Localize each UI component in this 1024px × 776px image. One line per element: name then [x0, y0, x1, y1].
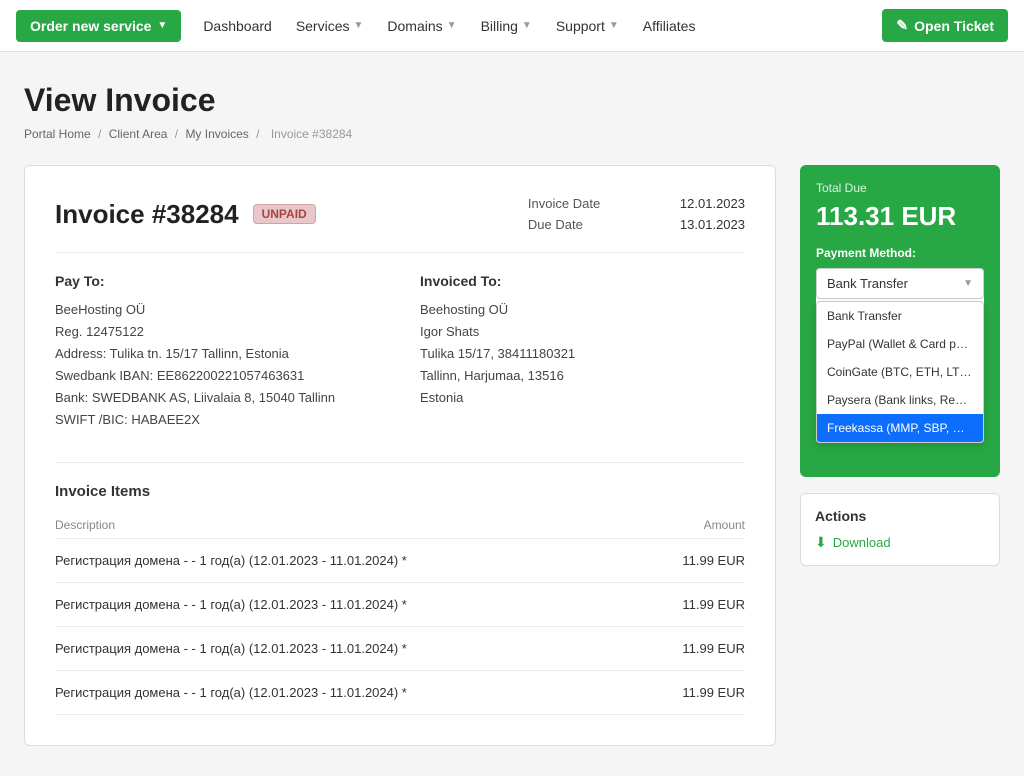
page-title: View Invoice: [24, 82, 1000, 119]
invoiced-to-title: Invoiced To:: [420, 273, 745, 289]
order-btn-label: Order new service: [30, 18, 151, 34]
nav-domains[interactable]: Domains ▼: [377, 10, 466, 42]
pay-to-address: Address: Tulika tn. 15/17 Tallinn, Eston…: [55, 343, 380, 365]
actions-title: Actions: [815, 508, 985, 524]
payment-dropdown-menu: Bank Transfer PayPal (Wallet & Card paym…: [816, 301, 984, 443]
pay-to-company: BeeHosting OÜ: [55, 299, 380, 321]
payment-method-label: Payment Method:: [816, 246, 984, 260]
row-amount: 11.99 EUR: [641, 670, 745, 714]
total-due-card: Total Due 113.31 EUR Payment Method: Ban…: [800, 165, 1000, 477]
payment-method-selector[interactable]: Bank Transfer ▼ Bank Transfer PayPal (Wa…: [816, 268, 984, 443]
nav-dashboard[interactable]: Dashboard: [193, 10, 282, 42]
invoiced-to-city: Tallinn, Harjumaa, 13516: [420, 365, 745, 387]
table-row: Регистрация домена - - 1 год(а) (12.01.2…: [55, 670, 745, 714]
payment-option-freekassa[interactable]: Freekassa (MMP, SBP, Qiwi, FKwallet, IOm…: [817, 414, 983, 442]
select-arrow-icon: ▼: [963, 278, 973, 289]
download-icon: ⬇: [815, 534, 827, 551]
row-description: Регистрация домена - - 1 год(а) (12.01.2…: [55, 670, 641, 714]
invoice-panel: Invoice #38284 UNPAID Invoice Date 12.01…: [24, 165, 776, 746]
download-link[interactable]: ⬇ Download: [815, 534, 985, 551]
order-btn-caret-icon: ▼: [157, 20, 167, 31]
domains-caret-icon: ▼: [447, 20, 457, 31]
nav-services-label: Services: [296, 18, 350, 34]
invoiced-to-block: Invoiced To: Beehosting OÜ Igor Shats Tu…: [420, 273, 745, 432]
download-label: Download: [833, 535, 891, 550]
col-description: Description: [55, 512, 641, 539]
invoiced-to-company: Beehosting OÜ: [420, 299, 745, 321]
support-caret-icon: ▼: [609, 20, 619, 31]
nav-billing-label: Billing: [481, 18, 518, 34]
invoice-layout: Invoice #38284 UNPAID Invoice Date 12.01…: [24, 165, 1000, 746]
invoice-dates: Invoice Date 12.01.2023 Due Date 13.01.2…: [528, 196, 745, 232]
breadcrumb-portal-home[interactable]: Portal Home: [24, 127, 91, 141]
address-section: Pay To: BeeHosting OÜ Reg. 12475122 Addr…: [55, 273, 745, 432]
due-date-value: 13.01.2023: [680, 217, 745, 232]
pay-to-iban: Swedbank IBAN: EE862200221057463631: [55, 365, 380, 387]
payment-option-paypal[interactable]: PayPal (Wallet & Card payments): [817, 330, 983, 358]
nav-dashboard-label: Dashboard: [203, 18, 272, 34]
breadcrumb: Portal Home / Client Area / My Invoices …: [24, 127, 1000, 141]
open-ticket-label: Open Ticket: [914, 18, 994, 34]
actions-section: Actions ⬇ Download: [800, 493, 1000, 566]
payment-select-display[interactable]: Bank Transfer ▼: [816, 268, 984, 299]
nav-support-label: Support: [556, 18, 605, 34]
invoice-items-section: Invoice Items Description Amount Регистр…: [55, 483, 745, 715]
unpaid-badge: UNPAID: [253, 204, 316, 224]
invoice-items-table: Description Amount Регистрация домена - …: [55, 512, 745, 715]
pay-to-title: Pay To:: [55, 273, 380, 289]
payment-option-coingate[interactable]: CoinGate (BTC, ETH, LTC, XRP & many othe…: [817, 358, 983, 386]
invoiced-to-address: Tulika 15/17, 38411180321: [420, 343, 745, 365]
payment-option-bank-transfer[interactable]: Bank Transfer: [817, 302, 983, 330]
reference-number-text: Reference Number: 38284: [816, 449, 984, 461]
breadcrumb-client-area[interactable]: Client Area: [109, 127, 168, 141]
row-amount: 11.99 EUR: [641, 626, 745, 670]
pay-to-block: Pay To: BeeHosting OÜ Reg. 12475122 Addr…: [55, 273, 380, 432]
row-description: Регистрация домена - - 1 год(а) (12.01.2…: [55, 626, 641, 670]
pay-to-reg: Reg. 12475122: [55, 321, 380, 343]
row-description: Регистрация домена - - 1 год(а) (12.01.2…: [55, 582, 641, 626]
table-row: Регистрация домена - - 1 год(а) (12.01.2…: [55, 582, 745, 626]
invoice-date-value: 12.01.2023: [680, 196, 745, 211]
nav-domains-label: Domains: [387, 18, 442, 34]
due-date-label: Due Date: [528, 217, 648, 232]
pay-to-bank: Bank: SWEDBANK AS, Liivalaia 8, 15040 Ta…: [55, 387, 380, 409]
nav-affiliates[interactable]: Affiliates: [633, 10, 706, 42]
pay-to-swift: SWIFT /BIC: HABAEE2X: [55, 409, 380, 431]
nav-support[interactable]: Support ▼: [546, 10, 629, 42]
row-amount: 11.99 EUR: [641, 538, 745, 582]
total-due-amount: 113.31 EUR: [816, 201, 984, 232]
row-amount: 11.99 EUR: [641, 582, 745, 626]
nav-billing[interactable]: Billing ▼: [471, 10, 542, 42]
row-description: Регистрация домена - - 1 год(а) (12.01.2…: [55, 538, 641, 582]
invoice-date-label: Invoice Date: [528, 196, 648, 211]
navbar: Order new service ▼ Dashboard Services ▼…: [0, 0, 1024, 52]
invoiced-to-name: Igor Shats: [420, 321, 745, 343]
table-row: Регистрация домена - - 1 год(а) (12.01.2…: [55, 538, 745, 582]
order-new-service-button[interactable]: Order new service ▼: [16, 10, 181, 42]
main-content: View Invoice Portal Home / Client Area /…: [0, 52, 1024, 776]
invoiced-to-country: Estonia: [420, 387, 745, 409]
breadcrumb-my-invoices[interactable]: My Invoices: [185, 127, 248, 141]
breadcrumb-current: Invoice #38284: [271, 127, 352, 141]
table-row: Регистрация домена - - 1 год(а) (12.01.2…: [55, 626, 745, 670]
payment-option-paysera[interactable]: Paysera (Bank links, Revolut, Trustly, D…: [817, 386, 983, 414]
open-ticket-button[interactable]: ✎ Open Ticket: [882, 9, 1008, 42]
billing-caret-icon: ▼: [522, 20, 532, 31]
payment-selected-value: Bank Transfer: [827, 276, 908, 291]
services-caret-icon: ▼: [354, 20, 364, 31]
total-due-label: Total Due: [816, 181, 984, 195]
invoice-items-title: Invoice Items: [55, 483, 745, 500]
invoice-sidebar: Total Due 113.31 EUR Payment Method: Ban…: [800, 165, 1000, 566]
col-amount: Amount: [641, 512, 745, 539]
nav-affiliates-label: Affiliates: [643, 18, 696, 34]
invoice-number: Invoice #38284: [55, 199, 239, 230]
nav-services[interactable]: Services ▼: [286, 10, 374, 42]
ticket-icon: ✎: [896, 17, 908, 34]
